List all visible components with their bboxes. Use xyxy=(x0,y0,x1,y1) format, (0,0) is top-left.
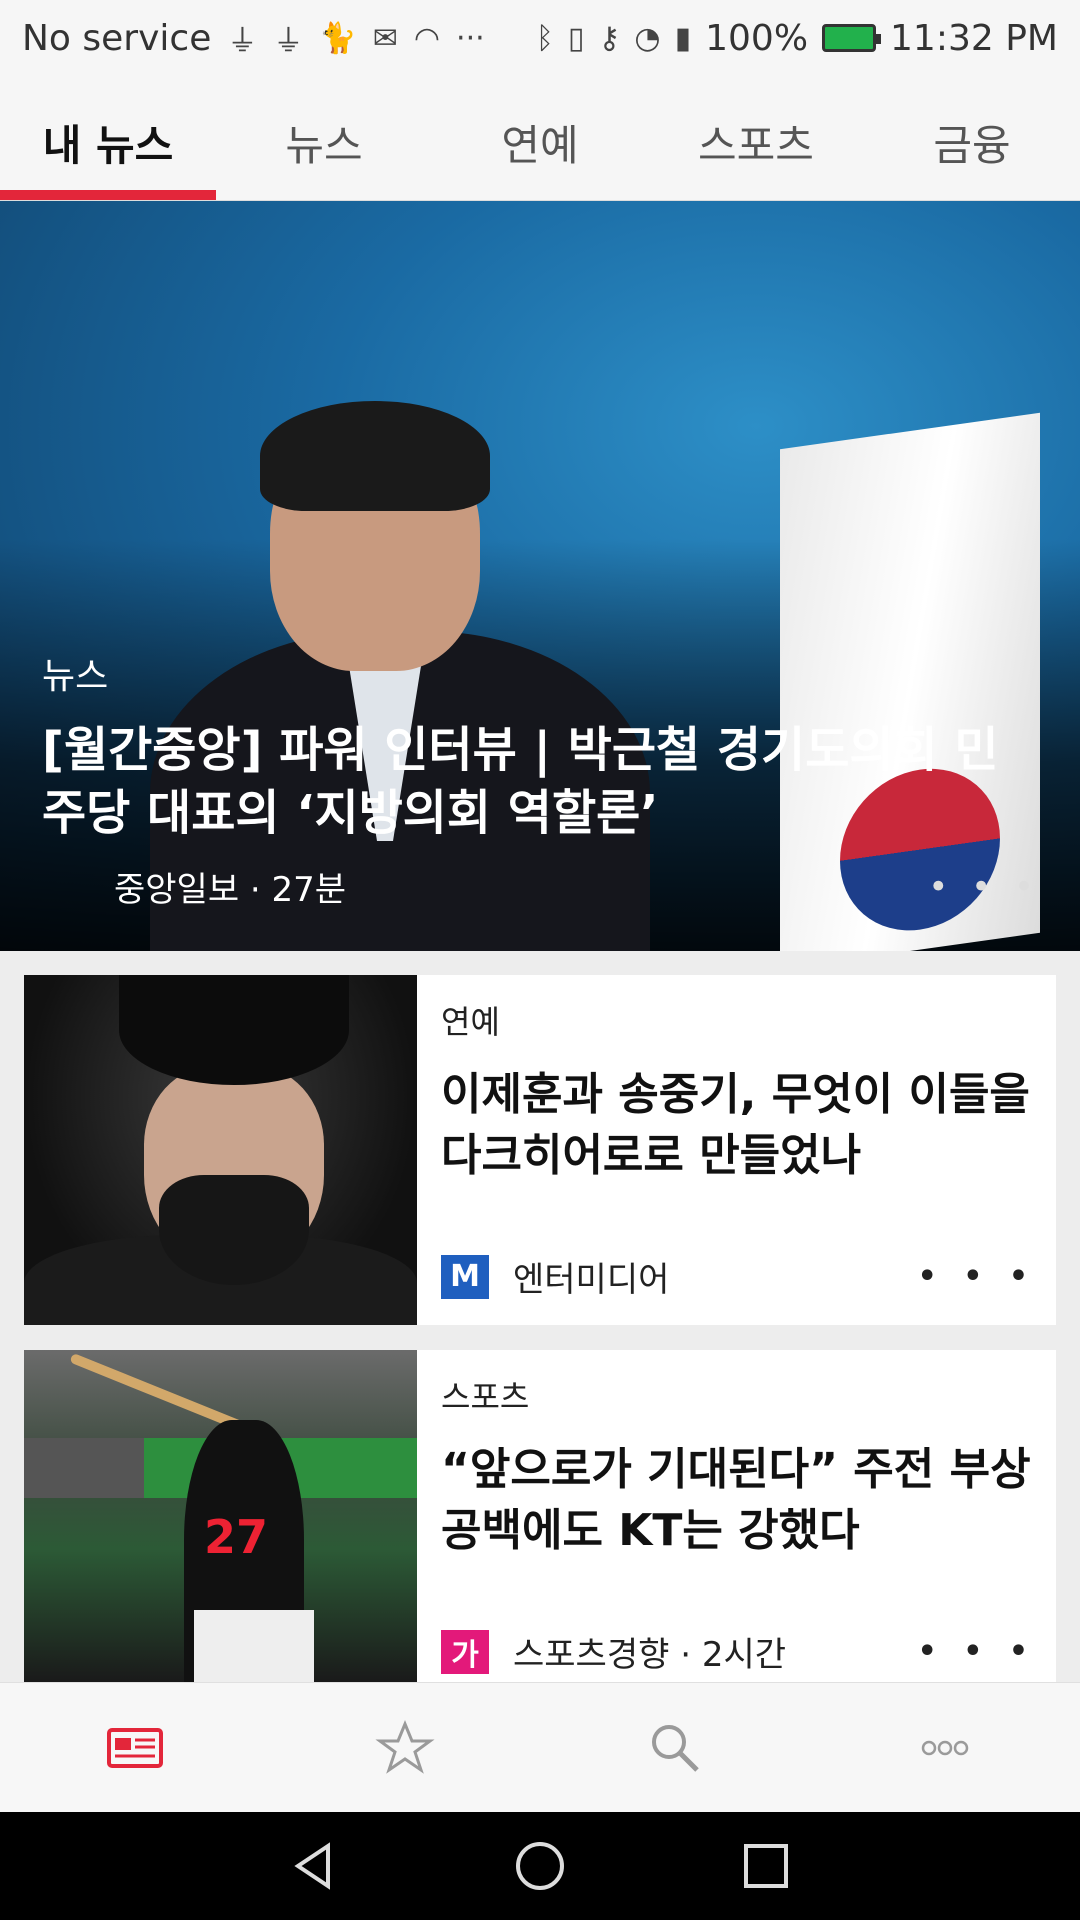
home-icon[interactable] xyxy=(512,1838,568,1894)
nav-search[interactable] xyxy=(540,1683,810,1812)
source-logo-icon: M xyxy=(441,1254,489,1299)
article-card[interactable]: 연예 이제훈과 송중기, 무엇이 이들을 다크히어로로 만들었나 M 엔터미디어… xyxy=(24,975,1056,1325)
source-logo-icon: 가 xyxy=(441,1629,489,1674)
hero-content: 뉴스 [월간중앙] 파워 인터뷰 | 박근철 경기도의회 민주당 대표의 ‘지방… xyxy=(42,647,1040,911)
back-icon[interactable] xyxy=(286,1838,342,1894)
hero-source: 중앙일보 · 27분 xyxy=(114,870,347,910)
more-options-button[interactable]: • • • xyxy=(918,1259,1036,1294)
status-bar: No service ⏚ ⏚ 🐈 ✉ ◠ ··· ᛒ ▯ ⚷ ◔ ▮ 100% … xyxy=(0,0,1080,76)
more-options-button[interactable]: • • • xyxy=(918,1634,1036,1669)
system-navigation-bar xyxy=(0,1812,1080,1920)
wifi-off-icon: ◠ xyxy=(413,20,441,56)
carrier-text: No service xyxy=(22,17,212,59)
article-thumbnail xyxy=(24,975,417,1325)
article-source: 엔터미디어 xyxy=(513,1260,670,1300)
hero-category: 뉴스 xyxy=(42,656,109,698)
usb-icon: ⏚ xyxy=(227,24,258,59)
hero-more-button[interactable]: • • • xyxy=(928,867,1040,907)
more-icon xyxy=(921,1740,969,1755)
wifi-icon: ◔ xyxy=(634,20,661,56)
category-tabs: 내 뉴스 뉴스 연예 스포츠 금융 xyxy=(0,76,1080,201)
article-thumbnail: 27 xyxy=(24,1350,417,1682)
alert-icon: ▮ xyxy=(674,20,692,56)
bluetooth-icon: ᛒ xyxy=(535,20,554,56)
battery-percent: 100% xyxy=(705,17,809,59)
article-title[interactable]: “앞으로가 기대된다” 주전 부상 공백에도 KT는 강했다 xyxy=(441,1440,1032,1561)
hero-image-background xyxy=(171,220,208,295)
search-icon xyxy=(652,1724,699,1772)
nav-more[interactable] xyxy=(810,1683,1080,1812)
hero-title[interactable]: [월간중앙] 파워 인터뷰 | 박근철 경기도의회 민주당 대표의 ‘지방의회 … xyxy=(42,719,1040,844)
key-icon: ⚷ xyxy=(598,20,621,56)
article-category: 스포츠 xyxy=(441,1378,530,1416)
tab-finance[interactable]: 금융 xyxy=(864,76,1080,200)
article-category: 연예 xyxy=(441,1003,500,1041)
nav-favorites[interactable] xyxy=(270,1683,540,1812)
app-icon: ✉ xyxy=(372,20,398,56)
usb-icon: ⏚ xyxy=(273,24,304,59)
tab-sports[interactable]: 스포츠 xyxy=(648,76,864,200)
more-icon: ··· xyxy=(456,20,485,56)
tab-news[interactable]: 뉴스 xyxy=(216,76,432,200)
nav-news[interactable] xyxy=(0,1683,270,1812)
bottom-navigation xyxy=(0,1682,1080,1812)
vibrate-icon: ▯ xyxy=(567,20,585,56)
star-icon xyxy=(375,1719,435,1774)
cat-icon: 🐈 xyxy=(319,20,357,56)
clock: 11:32 PM xyxy=(890,17,1058,59)
article-card[interactable]: 27 스포츠 “앞으로가 기대된다” 주전 부상 공백에도 KT는 강했다 가 … xyxy=(24,1350,1056,1682)
hero-article[interactable]: 뉴스 [월간중앙] 파워 인터뷰 | 박근철 경기도의회 민주당 대표의 ‘지방… xyxy=(0,201,1080,951)
hero-meta: 중앙일보 · 27분 • • • xyxy=(42,862,1040,911)
battery-icon xyxy=(822,24,882,52)
newspaper-icon xyxy=(107,1727,163,1768)
article-title[interactable]: 이제훈과 송중기, 무엇이 이들을 다크히어로로 만들었나 xyxy=(441,1065,1032,1186)
recents-icon[interactable] xyxy=(738,1838,794,1894)
tab-my-news[interactable]: 내 뉴스 xyxy=(0,76,216,200)
article-source: 스포츠경향 · 2시간 xyxy=(513,1635,787,1675)
tab-entertainment[interactable]: 연예 xyxy=(432,76,648,200)
